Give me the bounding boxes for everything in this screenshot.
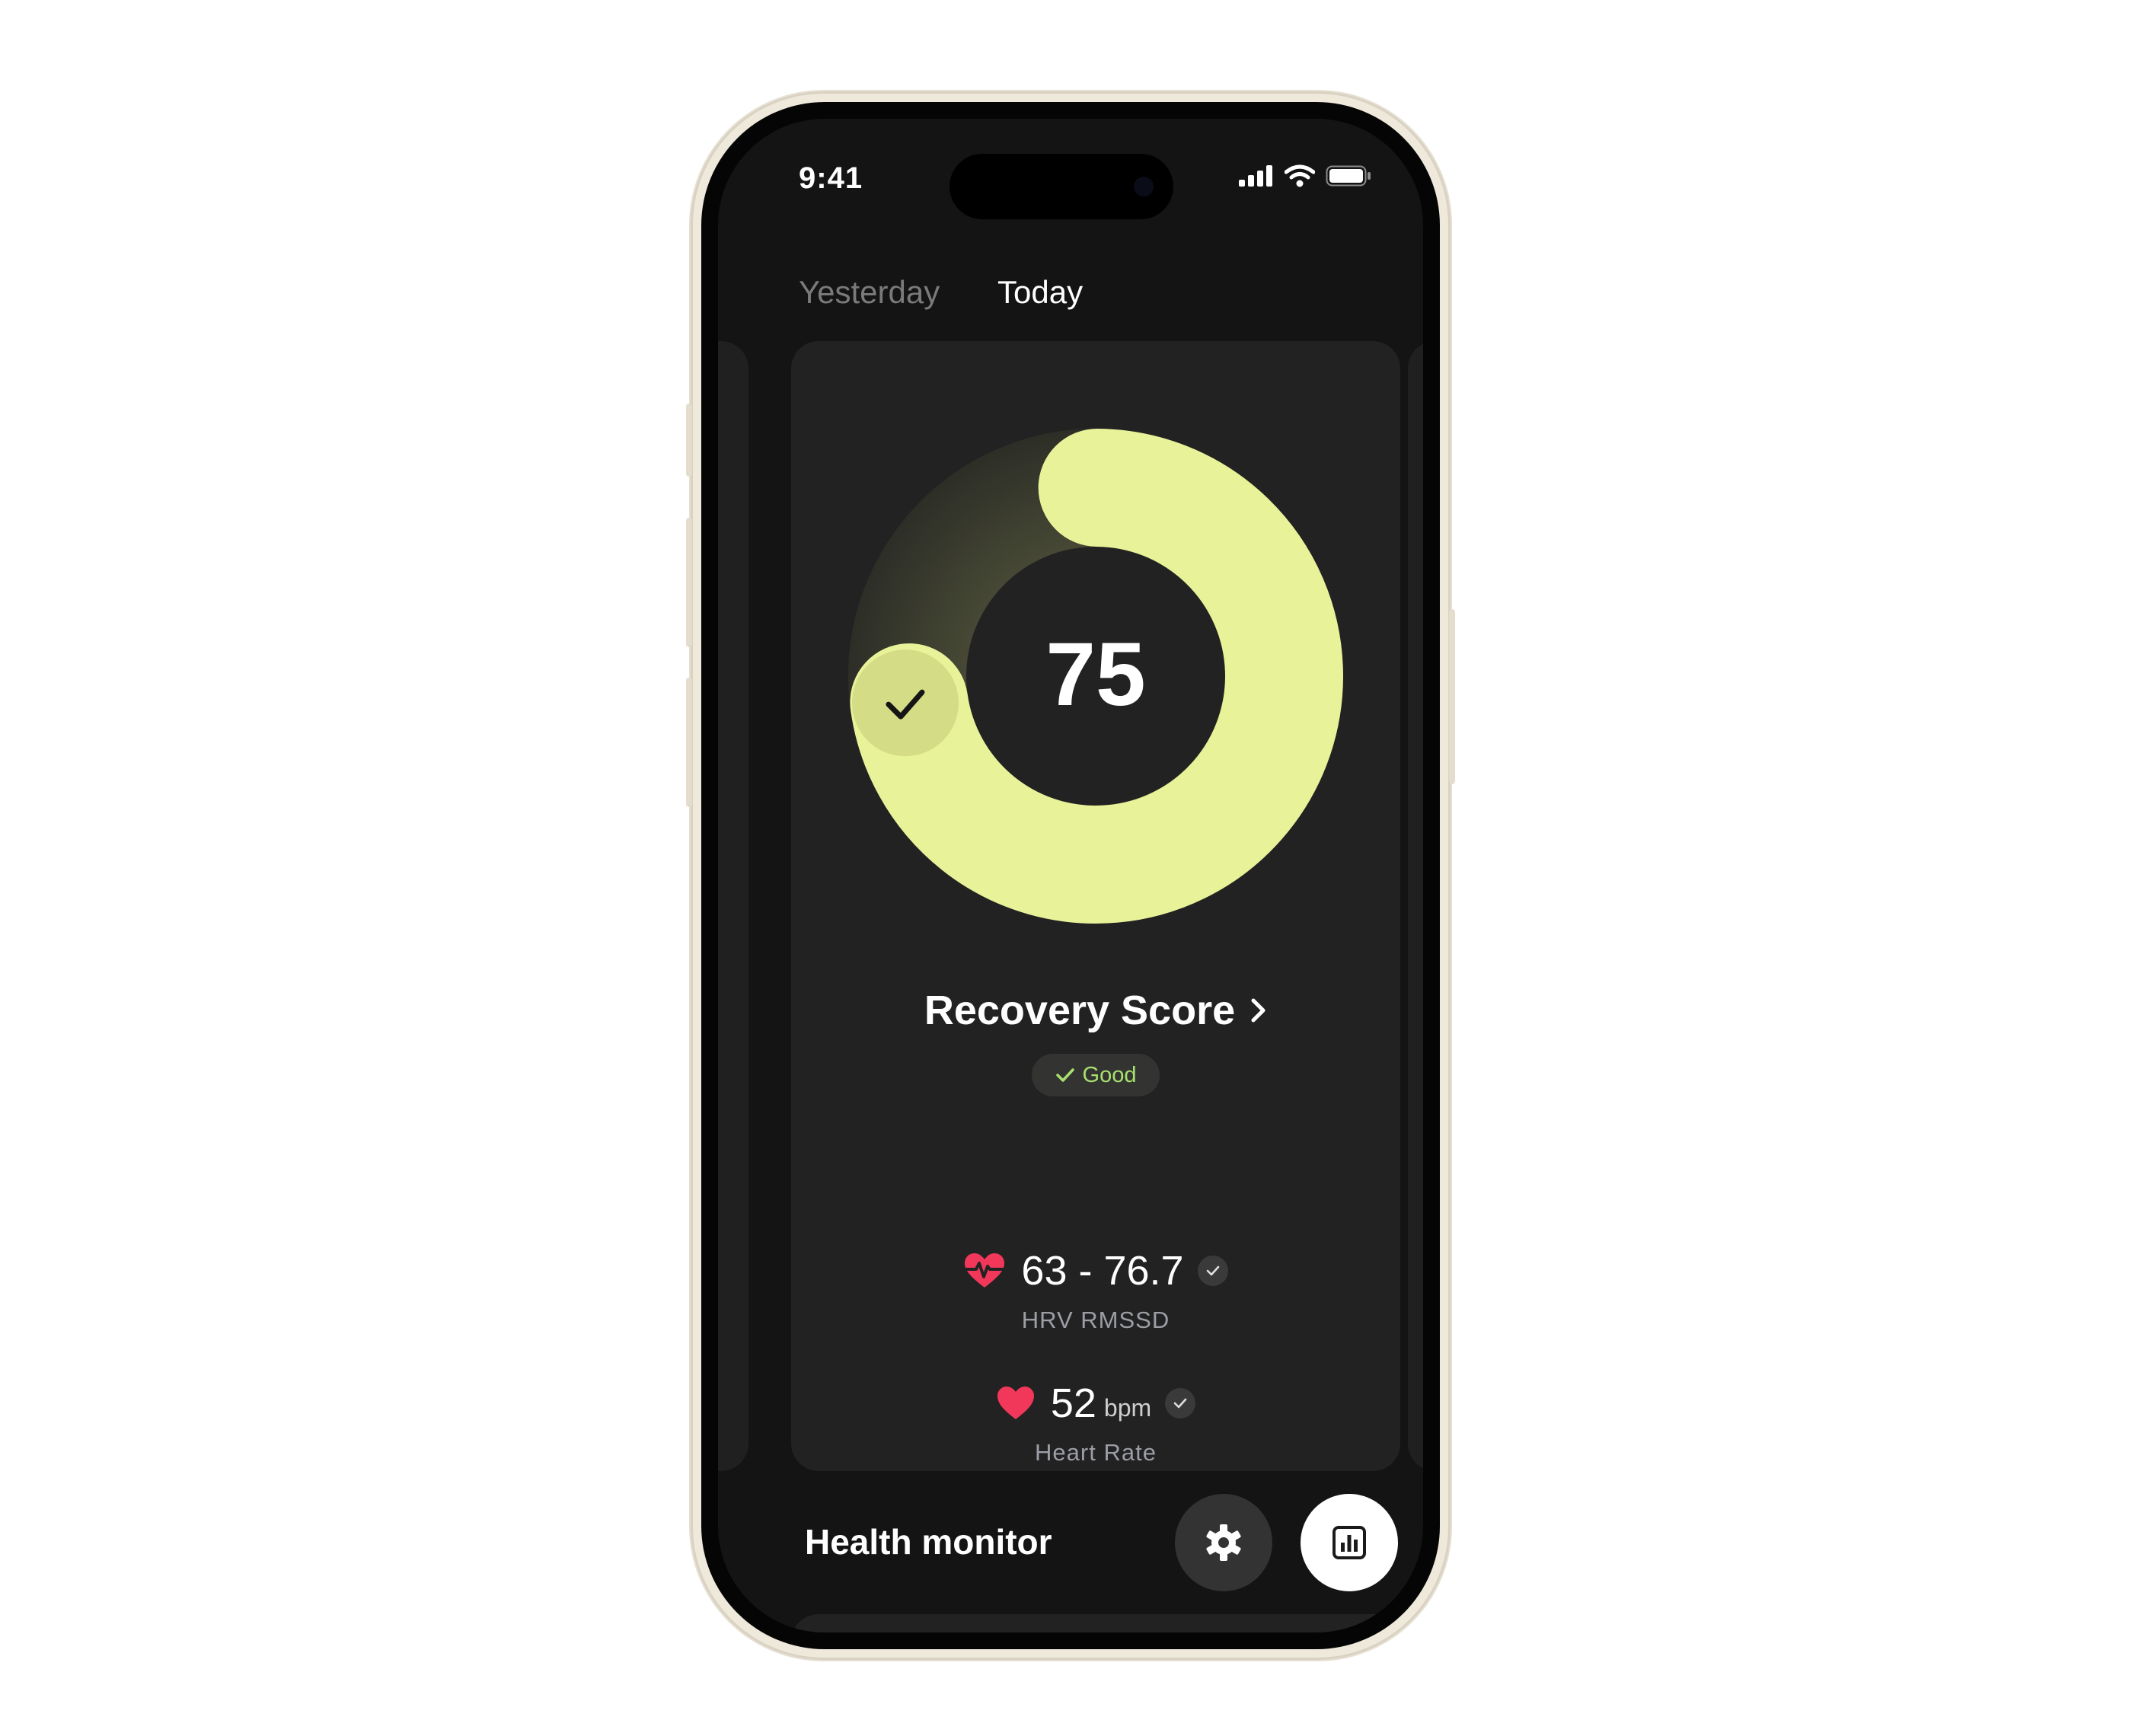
check-icon <box>1206 1265 1219 1276</box>
settings-button[interactable] <box>1175 1494 1272 1591</box>
tab-yesterday[interactable]: Yesterday <box>799 274 940 311</box>
wifi-icon <box>1285 164 1315 187</box>
screen: 9:41 Yesterday Today 75 Recovery Score G… <box>718 119 1423 1632</box>
stats-button[interactable] <box>1301 1494 1398 1591</box>
health-monitor-card[interactable] <box>791 1614 1400 1632</box>
hrv-value: 63 - 76.7 <box>1021 1248 1184 1294</box>
heart-rate-metric: 52 bpm <box>791 1380 1400 1427</box>
heart-rate-label: Heart Rate <box>1035 1439 1157 1466</box>
tab-today[interactable]: Today <box>997 274 1083 311</box>
volume-up-button <box>686 518 692 647</box>
heart-rate-unit: bpm <box>1103 1394 1152 1422</box>
next-card-ring <box>1408 341 1423 798</box>
heart-rate-check-badge <box>1165 1388 1196 1418</box>
recovery-card[interactable]: 75 Recovery Score Good 63 - 76.7 HRV RMS… <box>791 341 1400 1471</box>
previous-card[interactable] <box>718 341 748 1471</box>
power-button <box>1449 609 1455 784</box>
next-day-card[interactable] <box>1408 341 1423 1471</box>
volume-down-button <box>686 678 692 807</box>
heart-rate-value: 52 <box>1050 1380 1096 1426</box>
recovery-score-value: 75 <box>1045 624 1146 725</box>
check-icon <box>1173 1398 1187 1409</box>
bar-chart-icon <box>1332 1526 1366 1559</box>
health-monitor-title: Health monitor <box>805 1522 1052 1562</box>
status-badge-label: Good <box>1082 1062 1137 1087</box>
action-button <box>686 404 692 477</box>
status-icons <box>1239 164 1371 187</box>
gear-icon <box>1206 1524 1241 1561</box>
hrv-label: HRV RMSSD <box>1021 1307 1170 1333</box>
recovery-score-link[interactable]: Recovery Score <box>791 987 1400 1034</box>
phone-frame: 9:41 Yesterday Today 75 Recovery Score G… <box>686 91 1455 1660</box>
dynamic-island <box>950 154 1173 219</box>
hrv-check-badge <box>1197 1256 1228 1286</box>
status-badge: Good <box>1032 1054 1160 1096</box>
hrv-metric: 63 - 76.7 <box>791 1247 1400 1294</box>
bezel: 9:41 Yesterday Today 75 Recovery Score G… <box>701 102 1440 1649</box>
heart-pulse-icon <box>965 1253 1005 1288</box>
cellular-signal-icon <box>1239 165 1272 187</box>
front-camera <box>1134 177 1154 196</box>
status-time: 9:41 <box>799 161 863 195</box>
battery-icon <box>1326 165 1371 187</box>
heart-icon <box>997 1387 1034 1419</box>
chevron-right-icon <box>1251 998 1265 1023</box>
check-icon <box>1055 1068 1074 1082</box>
recovery-score-title: Recovery Score <box>924 988 1236 1033</box>
